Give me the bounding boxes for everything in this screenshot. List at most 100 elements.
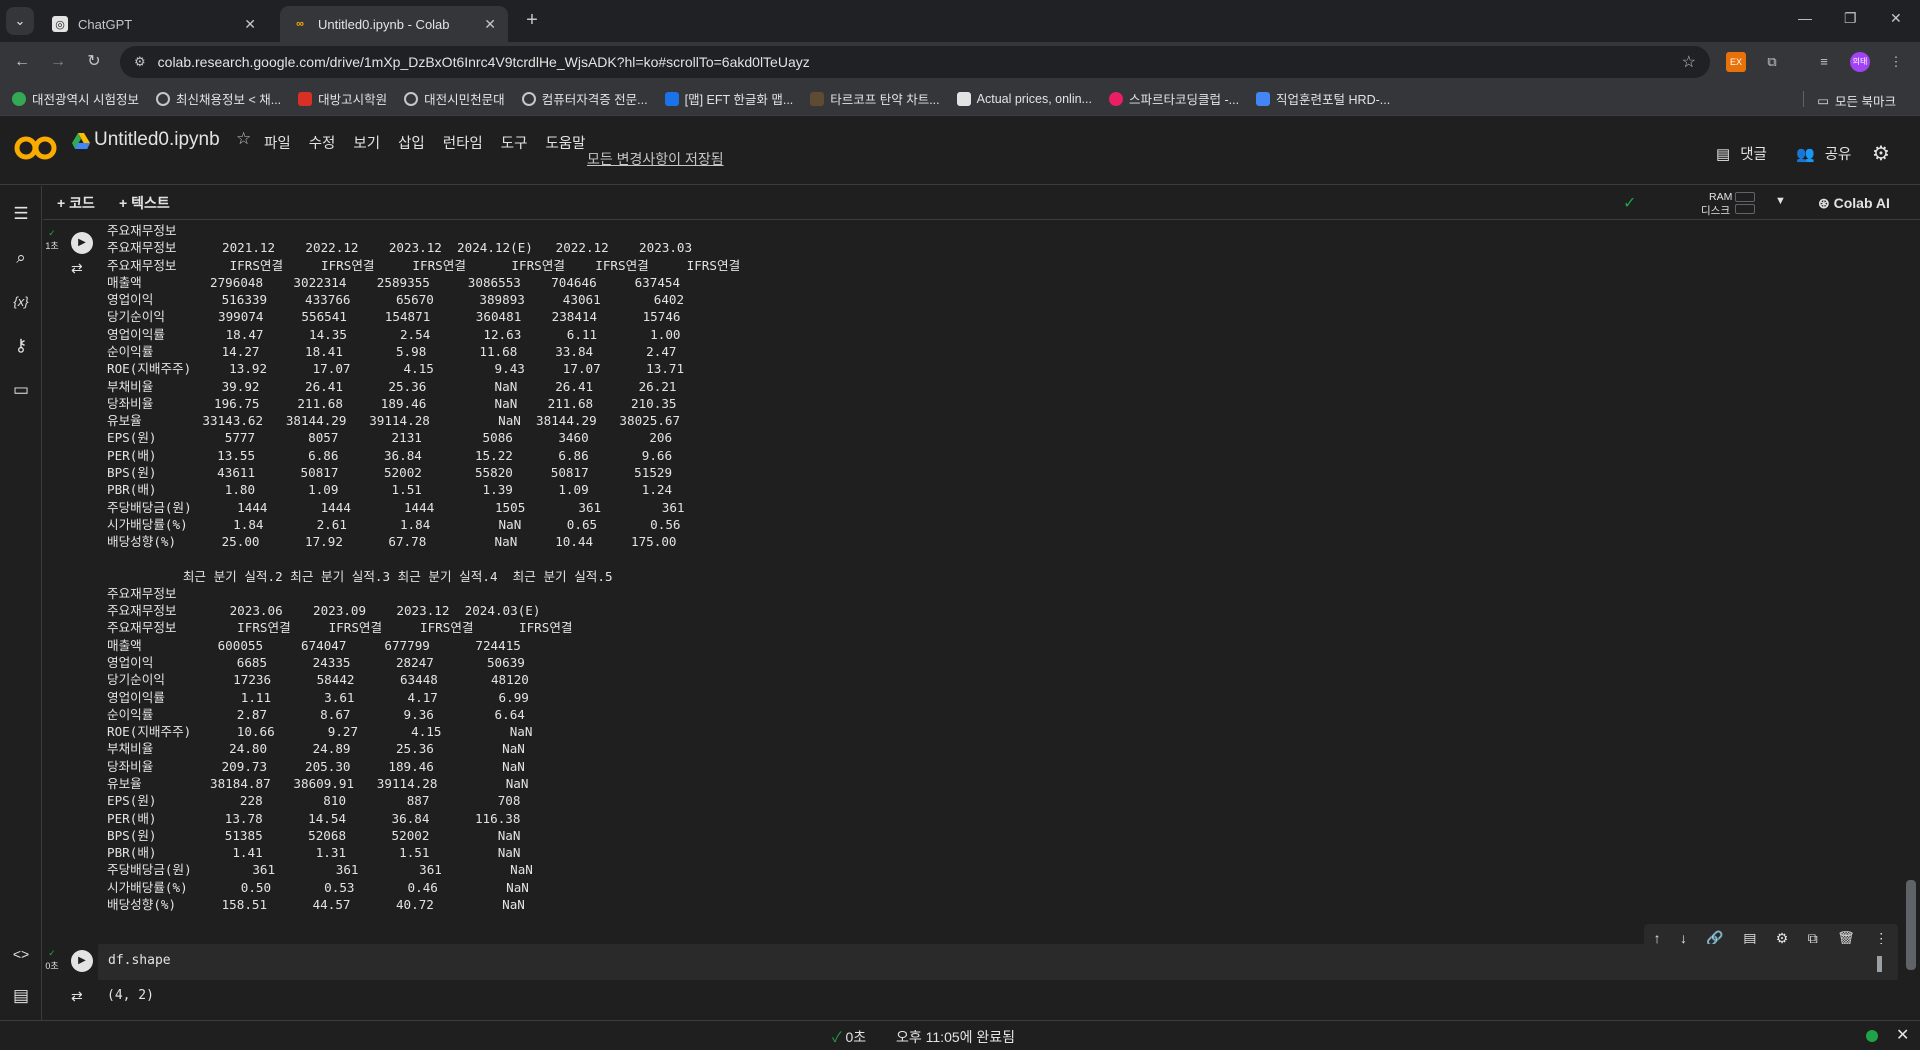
menu-view[interactable]: 보기 (353, 132, 380, 153)
extension-icon[interactable]: EX (1726, 52, 1746, 72)
close-tab-icon[interactable]: ✕ (244, 16, 256, 33)
bookmark-label: 대전광역시 시험정보 (32, 93, 139, 107)
save-status-link[interactable]: 모든 변경사항이 저장됨 (587, 149, 724, 169)
browser-tab-bar: ⌄ ◎ ChatGPT ✕ ∞ Untitled0.ipynb - Colab … (0, 0, 1920, 42)
bookmark-label: 타르코프 탄약 차트... (830, 93, 940, 107)
bookmark-item[interactable]: 대전광역시 시험정보 (12, 89, 139, 108)
bookmark-item[interactable]: Actual prices, onlin... (956, 91, 1092, 106)
bookmark-label: Actual prices, onlin... (976, 91, 1092, 106)
close-tab-icon[interactable]: ✕ (484, 16, 496, 33)
more-vert-icon[interactable]: ⋮ (1886, 52, 1906, 72)
code-snippets-icon[interactable]: <> (9, 942, 33, 966)
table-of-contents-icon[interactable]: ☰ (9, 202, 33, 226)
bookmark-item[interactable]: 직업훈련포털 HRD-... (1256, 89, 1390, 108)
bookmark-item[interactable]: 스파르타코딩클럽 -... (1108, 89, 1240, 108)
colab-logo-icon (14, 136, 57, 160)
bookmark-item[interactable]: 대전시민천문대 (404, 89, 505, 108)
bookmark-item[interactable]: [맵] EFT 한글화 맵... (664, 89, 793, 108)
avatar[interactable]: 의태 (1850, 52, 1870, 72)
bookmark-label: 대전시민천문대 (424, 93, 505, 107)
tab-search-button[interactable]: ⌄ (6, 7, 34, 35)
variables-icon[interactable]: {x} (9, 290, 33, 314)
comments-button[interactable]: ▤ 댓글 (1716, 143, 1767, 164)
runtime-status-dot-icon[interactable] (1866, 1030, 1878, 1042)
bookmark-favicon-icon (1108, 91, 1123, 106)
editor-scrollbar[interactable] (1877, 956, 1882, 972)
globe-icon (404, 91, 419, 106)
minimize-icon[interactable]: — (1798, 10, 1812, 26)
media-control-icon[interactable]: ≡ (1814, 52, 1834, 72)
bookmark-item[interactable]: 최신채용정보 < 채... (155, 89, 282, 108)
notebook-title[interactable]: Untitled0.ipynb (94, 129, 220, 151)
bookmark-item[interactable]: 타르코프 탄약 차트... (810, 89, 940, 108)
runtime-dropdown-icon[interactable]: ▼ (1775, 195, 1786, 207)
disk-label: 디스크 (1701, 205, 1730, 217)
globe-icon (521, 91, 536, 106)
reload-icon[interactable]: ↻ (84, 52, 104, 72)
close-window-icon[interactable]: ✕ (1890, 10, 1902, 27)
status-completed: 오후 11:05에 완료됨 (896, 1029, 1016, 1045)
share-label: 공유 (1824, 147, 1852, 163)
bookmark-label: 스파르타코딩클럽 -... (1128, 93, 1240, 107)
disk-usage-bar (1735, 204, 1755, 214)
ram-usage-bar (1735, 192, 1755, 202)
output-toggle-icon[interactable]: ⇄ (71, 988, 83, 1005)
forward-icon[interactable]: → (48, 52, 68, 72)
share-button[interactable]: 👥 공유 (1796, 143, 1851, 164)
bookmarks-bar: 대전광역시 시험정보 최신채용정보 < 채... 대방고시학원 대전시민천문대 … (0, 82, 1920, 116)
output-toggle-icon[interactable]: ⇄ (71, 260, 83, 277)
notebook-scrollbar[interactable] (1906, 880, 1916, 970)
folder-icon[interactable]: ▭ (9, 378, 33, 402)
browser-toolbar: ← → ↻ ⚙ colab.research.google.com/drive/… (0, 42, 1920, 82)
bookmark-favicon-icon (810, 91, 825, 106)
key-icon[interactable]: ⚷ (9, 334, 33, 358)
all-bookmarks-button[interactable]: ▭ 모든 북마크 (1817, 91, 1896, 110)
bookmark-favicon-icon (956, 91, 971, 106)
code-editor[interactable]: df.shape (98, 944, 1898, 980)
site-info-icon[interactable]: ⚙ (134, 54, 146, 70)
bookmark-favicon-icon (12, 91, 26, 106)
menu-file[interactable]: 파일 (264, 132, 291, 153)
bookmark-favicon-icon (1256, 91, 1271, 106)
command-palette-icon[interactable]: ▤ (9, 984, 33, 1008)
bookmark-star-icon[interactable]: ☆ (1682, 52, 1696, 72)
menu-tools[interactable]: 도구 (501, 132, 528, 153)
bookmark-separator (1803, 91, 1804, 107)
exec-time: 0초 (45, 961, 59, 971)
restore-icon[interactable]: ❐ (1844, 10, 1857, 27)
bookmark-favicon-icon (664, 91, 679, 106)
colab-ai-button[interactable]: ⊛ Colab AI (1818, 195, 1890, 212)
cell-output: 주요재무정보 주요재무정보 2021.12 2022.12 2023.12 20… (107, 223, 741, 912)
star-icon[interactable]: ☆ (236, 129, 251, 149)
add-code-button[interactable]: + 코드 (57, 193, 95, 213)
status-elapsed: ✓ 0초 (832, 1027, 866, 1047)
chatgpt-favicon-icon: ◎ (52, 16, 68, 32)
menu-runtime[interactable]: 런타임 (443, 132, 483, 153)
resource-monitor[interactable]: RAM 디스크 (1665, 191, 1755, 217)
menu-help[interactable]: 도움말 (545, 132, 585, 153)
globe-icon (155, 91, 170, 106)
run-cell-button[interactable]: ▶ (71, 950, 93, 972)
menu-insert[interactable]: 삽입 (398, 132, 425, 153)
menu-bar: 파일 수정 보기 삽입 런타임 도구 도움말 (264, 132, 604, 153)
search-icon[interactable]: ⌕ (9, 246, 33, 270)
new-tab-button[interactable]: + (520, 9, 544, 33)
bookmark-label: 최신채용정보 < 채... (175, 93, 282, 107)
cell-toolbar: + 코드 + 텍스트 ✓ RAM 디스크 ▼ ⊛ Colab AI ⌃ (43, 186, 1920, 220)
address-bar[interactable]: ⚙ colab.research.google.com/drive/1mXp_D… (120, 46, 1710, 78)
close-icon[interactable]: ✕ (1896, 1025, 1909, 1045)
bookmark-item[interactable]: 컴퓨터자격증 전문... (521, 89, 648, 108)
sparkle-icon: ⊛ (1818, 195, 1834, 211)
settings-gear-icon[interactable]: ⚙ (1872, 141, 1890, 166)
puzzle-icon[interactable]: ⧉ (1762, 52, 1782, 72)
bookmark-item[interactable]: 대방고시학원 (298, 89, 387, 108)
tab-chatgpt[interactable]: ◎ ChatGPT ✕ (40, 6, 268, 42)
menu-edit[interactable]: 수정 (309, 132, 336, 153)
colab-header: Untitled0.ipynb ☆ 파일 수정 보기 삽입 런타임 도구 도움말… (0, 117, 1920, 185)
add-text-button[interactable]: + 텍스트 (119, 193, 170, 213)
run-cell-button[interactable]: ▶ (71, 232, 93, 254)
back-icon[interactable]: ← (12, 52, 32, 72)
google-drive-icon (72, 133, 90, 149)
tab-colab[interactable]: ∞ Untitled0.ipynb - Colab ✕ (280, 6, 508, 42)
people-icon: 👥 (1796, 145, 1815, 163)
